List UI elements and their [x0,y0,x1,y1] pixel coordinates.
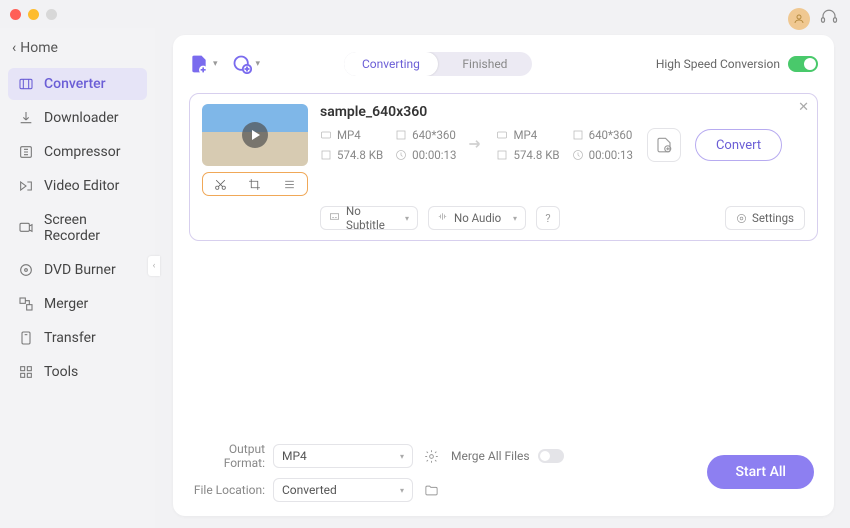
add-file-button[interactable]: ▾ [189,54,218,74]
chevron-down-icon: ▾ [513,214,517,223]
tab-converting[interactable]: Converting [344,52,438,76]
home-label: Home [20,40,58,56]
merger-icon [18,296,34,312]
src-size: 574.8 KB [337,148,383,162]
convert-button[interactable]: Convert [695,129,782,161]
open-folder-icon[interactable] [419,478,443,502]
recorder-icon [18,220,34,236]
fullscreen-window-icon[interactable] [46,9,57,20]
sidebar-item-label: Transfer [44,330,96,346]
video-thumbnail[interactable] [202,104,308,166]
dst-size: 574.8 KB [513,148,559,162]
arrow-right-icon [466,134,486,157]
crop-icon[interactable] [248,178,261,191]
sidebar-item-label: Screen Recorder [44,212,137,244]
tab-finished[interactable]: Finished [438,52,532,76]
chevron-down-icon: ▾ [400,452,404,461]
src-dur: 00:00:13 [412,148,456,162]
src-format: MP4 [337,128,361,142]
chevron-down-icon: ▾ [405,214,409,223]
file-item: ✕ sample_640x360 [189,93,818,241]
play-icon [242,122,268,148]
sidebar-item-screen-recorder[interactable]: Screen Recorder [8,204,147,252]
start-all-button[interactable]: Start All [707,455,814,489]
sidebar-item-compressor[interactable]: Compressor [8,136,147,168]
sidebar-item-video-editor[interactable]: Video Editor [8,170,147,202]
home-link[interactable]: ‹ Home [8,36,147,66]
sidebar-item-label: Converter [44,76,106,92]
download-icon [18,110,34,126]
remove-file-button[interactable]: ✕ [798,100,809,115]
chevron-down-icon: ▾ [256,59,261,69]
edit-tools [202,172,308,196]
file-location-select[interactable]: Converted ▾ [273,478,413,502]
account-avatar[interactable] [788,8,810,30]
audio-icon [437,211,448,225]
high-speed-label: High Speed Conversion [656,57,780,71]
merge-label: Merge All Files [451,449,530,463]
subtitle-icon [329,211,340,225]
editor-icon [18,178,34,194]
tools-icon [18,364,34,380]
help-button[interactable]: ? [536,206,560,230]
sidebar-item-downloader[interactable]: Downloader [8,102,147,134]
file-name: sample_640x360 [320,104,805,120]
chevron-down-icon: ▾ [213,59,218,69]
close-window-icon[interactable] [10,9,21,20]
sidebar-item-transfer[interactable]: Transfer [8,322,147,354]
collapse-sidebar-button[interactable]: ‹ [148,256,160,276]
file-location-label: File Location: [193,483,265,497]
window-controls[interactable] [10,9,57,20]
transfer-icon [18,330,34,346]
support-icon[interactable] [820,8,838,30]
merge-toggle[interactable] [538,449,564,463]
sidebar-item-tools[interactable]: Tools [8,356,147,388]
dst-format: MP4 [513,128,537,142]
sidebar-item-converter[interactable]: Converter [8,68,147,100]
src-dim: 640*360 [412,128,456,142]
list-icon[interactable] [283,178,296,191]
audio-select[interactable]: No Audio ▾ [428,206,526,230]
sidebar-item-merger[interactable]: Merger [8,288,147,320]
compressor-icon [18,144,34,160]
status-tabs: Converting Finished [344,52,532,76]
add-url-button[interactable]: ▾ [232,54,261,74]
output-format-label: Output Format: [193,442,265,470]
output-format-select[interactable]: MP4 ▾ [273,444,413,468]
sidebar-item-label: Downloader [44,110,119,126]
format-settings-icon[interactable] [419,444,443,468]
chevron-left-icon: ‹ [12,40,16,56]
sidebar-item-label: DVD Burner [44,262,116,278]
sidebar: ‹ Home Converter Downloader Compressor V… [0,28,155,528]
converter-icon [18,76,34,92]
cut-icon[interactable] [214,178,227,191]
subtitle-select[interactable]: No Subtitle ▾ [320,206,418,230]
dst-dim: 640*360 [589,128,633,142]
dvd-icon [18,262,34,278]
chevron-down-icon: ▾ [400,486,404,495]
sidebar-item-label: Merger [44,296,88,312]
high-speed-toggle[interactable] [788,56,818,72]
sidebar-item-label: Video Editor [44,178,119,194]
settings-button[interactable]: Settings [725,206,805,230]
minimize-window-icon[interactable] [28,9,39,20]
dst-dur: 00:00:13 [589,148,633,162]
sidebar-item-dvd-burner[interactable]: DVD Burner [8,254,147,286]
sidebar-item-label: Tools [44,364,78,380]
sidebar-item-label: Compressor [44,144,120,160]
output-preset-button[interactable] [647,128,681,162]
